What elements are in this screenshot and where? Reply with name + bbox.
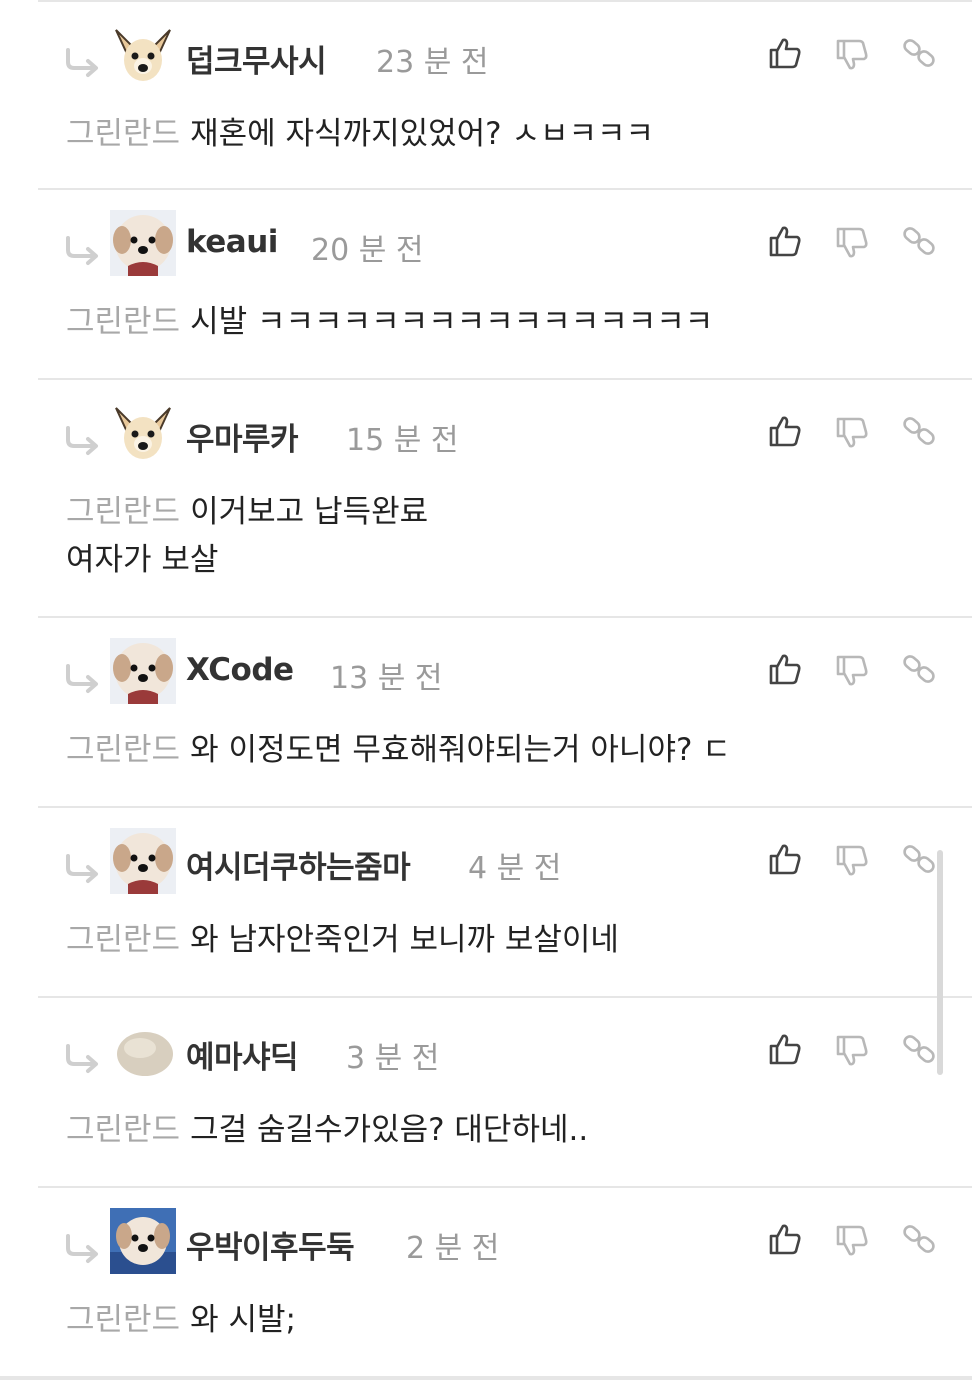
link-icon[interactable] bbox=[902, 414, 936, 448]
thumbs-up-icon[interactable] bbox=[768, 36, 802, 70]
thumbs-up-icon[interactable] bbox=[768, 1032, 802, 1066]
link-icon[interactable] bbox=[902, 652, 936, 686]
comment-line: 그걸 숨길수가있음? 대단하네.. bbox=[190, 1112, 589, 1148]
mention-tag[interactable]: 그린란드 bbox=[66, 1112, 180, 1148]
comment-item: XCode 13 분 전 그린란드 와 이정도면 무효해줘야되는거 아니야? ㄷ bbox=[38, 616, 972, 808]
blob-avatar[interactable] bbox=[110, 1018, 176, 1084]
mention-tag[interactable]: 그린란드 bbox=[66, 116, 180, 152]
mention-tag[interactable]: 그린란드 bbox=[66, 922, 180, 958]
comment-line-1: 그린란드 이거보고 납득완료 bbox=[66, 488, 428, 536]
thumbs-down-icon[interactable] bbox=[835, 1224, 869, 1258]
comment-line: 와 이정도면 무효해줘야되는거 아니야? ㄷ bbox=[190, 732, 731, 768]
thumbs-down-icon[interactable] bbox=[835, 844, 869, 878]
comment-username[interactable]: 덥크무사시 bbox=[186, 36, 327, 81]
comment-line: 시발 ㅋㅋㅋㅋㅋㅋㅋㅋㅋㅋㅋㅋㅋㅋㅋㅋ bbox=[190, 304, 714, 340]
reply-arrow-icon bbox=[66, 426, 98, 455]
comment-timestamp: 4 분 전 bbox=[468, 851, 562, 886]
thumbs-down-icon[interactable] bbox=[835, 654, 869, 688]
link-icon[interactable] bbox=[902, 1222, 936, 1256]
comment-text: 그린란드 이거보고 납득완료 여자가 보살 bbox=[66, 488, 428, 584]
comment-username[interactable]: 예마샤딕 bbox=[186, 1032, 299, 1077]
comment-timestamp: 20 분 전 bbox=[311, 233, 424, 268]
reply-arrow-icon bbox=[66, 1234, 98, 1263]
comment-text: 그린란드 시발 ㅋㅋㅋㅋㅋㅋㅋㅋㅋㅋㅋㅋㅋㅋㅋㅋ bbox=[66, 298, 713, 346]
comment-item: 우마루카 15 분 전 그린란드 이거보고 납득완료 여자가 보살 bbox=[38, 378, 972, 618]
puppy-blue-avatar[interactable] bbox=[110, 1208, 176, 1274]
comment-text: 그린란드 와 이정도면 무효해줘야되는거 아니야? ㄷ bbox=[66, 726, 731, 774]
thumbs-up-icon[interactable] bbox=[768, 224, 802, 258]
comment-line: 와 남자안죽인거 보니까 보살이네 bbox=[190, 922, 619, 958]
comment-text: 그린란드 와 시발; bbox=[66, 1296, 296, 1344]
thumbs-down-icon[interactable] bbox=[835, 416, 869, 450]
chihuahua-avatar[interactable] bbox=[110, 400, 176, 466]
thumbs-down-icon[interactable] bbox=[835, 1034, 869, 1068]
puppy-avatar[interactable] bbox=[110, 210, 176, 276]
comment-timestamp: 3 분 전 bbox=[346, 1041, 440, 1076]
comment-username[interactable]: 우마루카 bbox=[186, 414, 299, 459]
comment-username[interactable]: 우박이후두둑 bbox=[186, 1222, 355, 1267]
comment-line: 여자가 보살 bbox=[66, 542, 219, 578]
thumbs-down-icon[interactable] bbox=[835, 226, 869, 260]
thumbs-up-icon[interactable] bbox=[768, 652, 802, 686]
reply-arrow-icon bbox=[66, 48, 98, 77]
thumbs-down-icon[interactable] bbox=[835, 38, 869, 72]
thumbs-up-icon[interactable] bbox=[768, 414, 802, 448]
chihuahua-avatar[interactable] bbox=[110, 22, 176, 88]
comment-timestamp: 23 분 전 bbox=[376, 45, 489, 80]
scrollbar[interactable] bbox=[937, 850, 943, 1075]
comment-item: 덥크무사시 23 분 전 그린란드 재혼에 자식까지있었어? ㅅㅂㅋㅋㅋ bbox=[38, 0, 972, 190]
comment-line: 와 시발; bbox=[190, 1302, 296, 1338]
puppy-avatar[interactable] bbox=[110, 828, 176, 894]
thumbs-up-icon[interactable] bbox=[768, 1222, 802, 1256]
comment-line: 재혼에 자식까지있었어? ㅅㅂㅋㅋㅋ bbox=[190, 116, 655, 152]
link-icon[interactable] bbox=[902, 224, 936, 258]
mention-tag[interactable]: 그린란드 bbox=[66, 304, 180, 340]
comment-username[interactable]: keaui bbox=[186, 224, 278, 260]
comment-line: 이거보고 납득완료 bbox=[190, 494, 429, 530]
reply-arrow-icon bbox=[66, 664, 98, 693]
puppy-avatar[interactable] bbox=[110, 638, 176, 704]
comment-username[interactable]: 여시더쿠하는줌마 bbox=[186, 842, 411, 887]
comment-item: keaui 20 분 전 그린란드 시발 ㅋㅋㅋㅋㅋㅋㅋㅋㅋㅋㅋㅋㅋㅋㅋㅋ bbox=[38, 188, 972, 380]
mention-tag[interactable]: 그린란드 bbox=[66, 732, 180, 768]
reply-arrow-icon bbox=[66, 236, 98, 265]
comment-item: 예마샤딕 3 분 전 그린란드 그걸 숨길수가있음? 대단하네.. bbox=[38, 996, 972, 1188]
comment-text: 그린란드 재혼에 자식까지있었어? ㅅㅂㅋㅋㅋ bbox=[66, 110, 654, 158]
mention-tag[interactable]: 그린란드 bbox=[66, 494, 180, 530]
comment-text: 그린란드 와 남자안죽인거 보니까 보살이네 bbox=[66, 916, 619, 964]
comment-timestamp: 15 분 전 bbox=[346, 423, 459, 458]
comment-item: 여시더쿠하는줌마 4 분 전 그린란드 와 남자안죽인거 보니까 보살이네 bbox=[38, 806, 972, 998]
comment-timestamp: 13 분 전 bbox=[330, 661, 443, 696]
link-icon[interactable] bbox=[902, 842, 936, 876]
thumbs-up-icon[interactable] bbox=[768, 842, 802, 876]
reply-arrow-icon bbox=[66, 1044, 98, 1073]
comment-username[interactable]: XCode bbox=[186, 652, 294, 688]
mention-tag[interactable]: 그린란드 bbox=[66, 1302, 180, 1338]
link-icon[interactable] bbox=[902, 36, 936, 70]
comment-timestamp: 2 분 전 bbox=[406, 1231, 500, 1266]
comment-list-page: 덥크무사시 23 분 전 그린란드 재혼에 자식까지있었어? ㅅㅂㅋㅋㅋ keau… bbox=[0, 0, 972, 1380]
comment-text: 그린란드 그걸 숨길수가있음? 대단하네.. bbox=[66, 1106, 588, 1154]
link-icon[interactable] bbox=[902, 1032, 936, 1066]
reply-arrow-icon bbox=[66, 854, 98, 883]
divider bbox=[0, 1376, 972, 1380]
comment-item: 우박이후두둑 2 분 전 그린란드 와 시발; bbox=[38, 1186, 972, 1378]
